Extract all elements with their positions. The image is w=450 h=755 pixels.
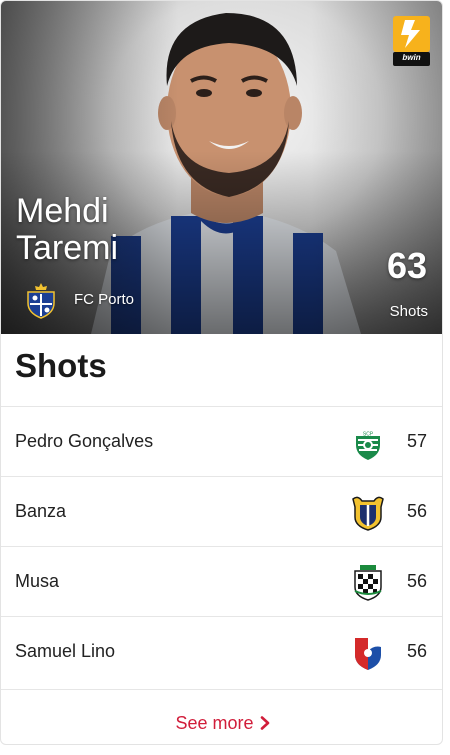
league-logo: bwin (393, 16, 430, 66)
player-first-name: Mehdi (16, 192, 109, 230)
stat-value: 63 (386, 245, 427, 286)
list-item[interactable]: Musa 56 (1, 546, 442, 616)
see-more-label: See more (175, 713, 254, 733)
stat-value: 56 (406, 501, 427, 521)
ranking-list: Pedro Gonçalves SCP 57 Banza 56 Musa 56 … (1, 406, 442, 686)
chevron-right-icon (260, 716, 269, 730)
player-name: Banza (15, 501, 67, 521)
list-item[interactable]: Samuel Lino 56 (1, 616, 442, 686)
section-title: Shots (15, 347, 107, 384)
see-more-row: See more (1, 689, 442, 744)
see-more-link[interactable]: See more (175, 713, 269, 734)
gil-vicente-crest-icon (355, 638, 381, 670)
player-name: Samuel Lino (15, 641, 116, 661)
list-item[interactable]: Pedro Gonçalves SCP 57 (1, 406, 442, 476)
player-stat-card: bwin Mehdi Taremi FC Porto 63 Shots Shot… (0, 0, 443, 745)
sporting-crest-icon: SCP (356, 430, 380, 460)
stat-value: 56 (406, 571, 427, 591)
stat-value: 57 (406, 431, 427, 451)
player-hero[interactable]: bwin Mehdi Taremi FC Porto 63 Shots (1, 1, 442, 334)
svg-text:SCP: SCP (363, 432, 374, 438)
famalicao-crest-icon (352, 496, 384, 531)
fc-porto-crest-icon (27, 283, 55, 319)
player-last-name: Taremi (16, 229, 119, 267)
player-name: Mehdi Taremi (16, 193, 118, 267)
player-name: Musa (15, 571, 60, 591)
list-item[interactable]: Banza 56 (1, 476, 442, 546)
stat-value: 56 (406, 641, 427, 661)
club-name: FC Porto (74, 291, 135, 308)
stat-label: Shots (389, 303, 428, 320)
player-name: Pedro Gonçalves (15, 431, 154, 451)
boavista-crest-icon (354, 565, 382, 601)
